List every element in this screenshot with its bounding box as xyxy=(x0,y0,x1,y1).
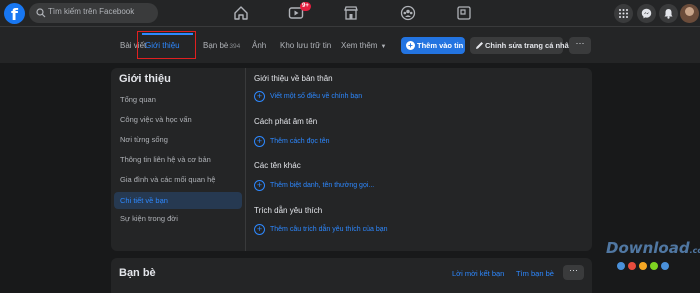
watermark-logo: Download.com.vn xyxy=(606,239,700,257)
about-title: Giới thiệu xyxy=(119,73,171,85)
find-friends-link[interactable]: Tìm bạn bè xyxy=(516,269,554,278)
sidebar-item-details-about-you[interactable]: Chi tiết về bạn xyxy=(114,192,242,209)
search-box[interactable]: Tìm kiếm trên Facebook xyxy=(29,3,158,23)
watermark-domain: .com.vn xyxy=(689,246,700,255)
watch-notification-badge: 9+ xyxy=(300,2,311,11)
sidebar-item-contact-basic-info[interactable]: Thông tin liên hệ và cơ bản xyxy=(114,151,242,168)
friends-count: 394 xyxy=(229,43,241,50)
more-options-button[interactable]: ··· xyxy=(569,37,591,54)
tab-friends-label: Bạn bè xyxy=(203,41,229,50)
tab-friends[interactable]: Bạn bè394 xyxy=(203,41,240,50)
add-to-story-label: Thêm vào tin xyxy=(417,41,464,50)
watermark-dot xyxy=(617,262,625,270)
tab-story-archive[interactable]: Kho lưu trữ tin xyxy=(280,41,331,50)
edit-profile-button[interactable]: Chỉnh sửa trang cá nhân xyxy=(470,37,573,54)
menu-grid-icon[interactable] xyxy=(614,4,633,23)
messenger-icon[interactable] xyxy=(637,4,656,23)
tab-see-more-label: Xem thêm xyxy=(341,41,378,50)
watermark-dot xyxy=(628,262,636,270)
add-bio-label: Viết một số điều về chính bạn xyxy=(270,93,363,100)
add-circle-icon: + xyxy=(254,136,265,147)
account-avatar[interactable] xyxy=(680,4,699,23)
sidebar-item-places-lived[interactable]: Nơi từng sống xyxy=(114,131,242,148)
tab-see-more[interactable]: Xem thêm ▼ xyxy=(341,41,386,50)
add-name-pronunciation-label: Thêm cách đọc tên xyxy=(270,138,330,145)
sidebar-item-work-education[interactable]: Công việc và học vấn xyxy=(114,111,242,128)
add-name-pronunciation-link[interactable]: + Thêm cách đọc tên xyxy=(254,136,330,148)
about-divider xyxy=(245,68,246,251)
edit-profile-label: Chỉnh sửa trang cá nhân xyxy=(485,41,574,50)
search-icon xyxy=(36,8,46,18)
add-to-story-button[interactable]: + Thêm vào tin xyxy=(401,37,465,54)
search-placeholder[interactable]: Tìm kiếm trên Facebook xyxy=(48,7,134,16)
home-icon[interactable] xyxy=(233,5,249,21)
watermark-dot xyxy=(639,262,647,270)
caret-down-icon: ▼ xyxy=(380,44,387,50)
pencil-icon xyxy=(476,42,483,49)
add-circle-icon: + xyxy=(254,224,265,235)
watermark-dots xyxy=(617,257,672,270)
add-bio-link[interactable]: + Viết một số điều về chính bạn xyxy=(254,91,362,103)
sidebar-item-overview[interactable]: Tổng quan xyxy=(114,91,242,108)
section-title-about-you: Giới thiệu về bản thân xyxy=(254,74,333,83)
section-title-name-pronunciation: Cách phát âm tên xyxy=(254,117,318,126)
highlight-box xyxy=(137,31,196,59)
add-favorite-quote-label: Thêm câu trích dẫn yêu thích của bạn xyxy=(270,226,388,233)
friends-title: Bạn bè xyxy=(119,267,156,279)
section-title-favorite-quotes: Trích dẫn yêu thích xyxy=(254,206,323,215)
facebook-logo-icon[interactable]: f xyxy=(4,3,25,24)
watermark-text: Download xyxy=(606,239,690,257)
add-circle-icon: + xyxy=(254,180,265,191)
gaming-icon[interactable] xyxy=(456,5,472,21)
sidebar-item-life-events[interactable]: Sự kiện trong đời xyxy=(114,210,242,227)
add-nickname-label: Thêm biệt danh, tên thường gọi... xyxy=(270,182,375,189)
add-favorite-quote-link[interactable]: + Thêm câu trích dẫn yêu thích của bạn xyxy=(254,224,388,236)
sidebar-item-family-relationships[interactable]: Gia đình và các mối quan hệ xyxy=(114,171,242,188)
add-nickname-link[interactable]: + Thêm biệt danh, tên thường gọi... xyxy=(254,180,374,192)
marketplace-icon[interactable] xyxy=(343,5,359,21)
groups-icon[interactable] xyxy=(400,5,416,21)
tab-photos[interactable]: Ảnh xyxy=(252,41,266,50)
friend-requests-link[interactable]: Lời mời kết bạn xyxy=(452,269,504,278)
watermark-dot xyxy=(661,262,669,270)
friends-more-button[interactable]: ··· xyxy=(563,265,584,280)
top-navigation-bar: f Tìm kiếm trên Facebook 9+ xyxy=(0,0,700,27)
plus-icon: + xyxy=(406,41,415,50)
watermark-dot xyxy=(650,262,658,270)
notifications-icon[interactable] xyxy=(659,4,678,23)
add-circle-icon: + xyxy=(254,91,265,102)
section-title-other-names: Các tên khác xyxy=(254,161,301,170)
